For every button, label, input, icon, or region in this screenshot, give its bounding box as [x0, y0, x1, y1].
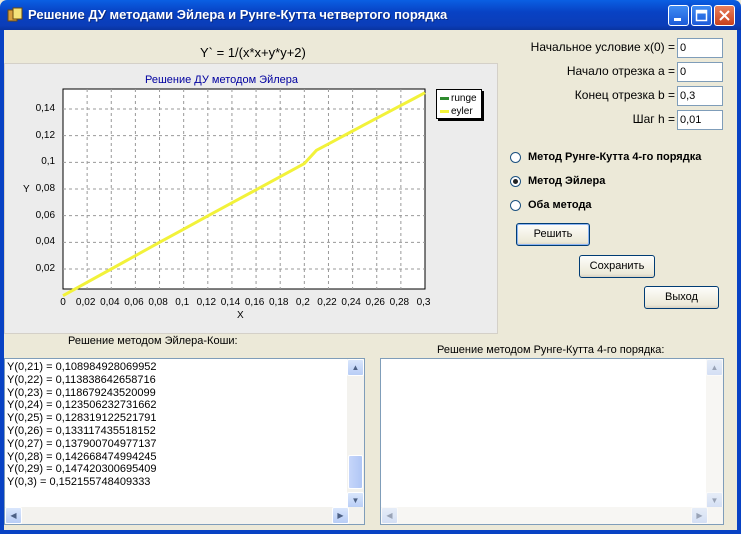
x0-input[interactable] [677, 38, 723, 58]
window-title: Решение ДУ методами Эйлера и Рунге-Кутта… [28, 7, 448, 22]
solve-button[interactable]: Решить [516, 223, 590, 246]
x-tick-label: 0,14 [220, 297, 241, 308]
chart-plot [62, 88, 426, 297]
close-button[interactable] [714, 5, 735, 26]
save-button[interactable]: Сохранить [579, 255, 655, 278]
result-line: Y(0,21) = 0,108984928069952 [7, 361, 157, 373]
x-tick-label: 0,2 [295, 297, 310, 308]
x-tick-label: 0,26 [365, 297, 385, 308]
radio-runge-kutta-label[interactable]: Метод Рунге-Кутта 4-го порядка [528, 151, 701, 163]
x-tick-label: 0,1 [175, 297, 190, 308]
result-line: Y(0,23) = 0,118679243520099 [7, 386, 156, 399]
result-line: Y(0,28) = 0,142668474994245 [7, 450, 157, 463]
radio-both-indicator[interactable] [510, 199, 521, 211]
x-tick-label: 0,24 [341, 297, 361, 308]
euler-results-lines: Y(0,21) = 0,108984928069952 Y(0,22) = 0,1… [5, 361, 157, 489]
euler-horizontal-scrollbar[interactable]: ◀ ▶ [5, 507, 364, 524]
x-tick-label: 0,04 [100, 297, 120, 308]
result-line: Y(0,24) = 0,123506232731662 [7, 399, 157, 412]
x0-label: Начальное условие x(0) = [530, 40, 675, 54]
b-input[interactable] [677, 86, 723, 106]
legend-item-eyler: eyler [440, 105, 473, 117]
legend-swatch-eyler [440, 109, 449, 113]
y-tick-label: 0,04 [35, 236, 56, 248]
radio-both-label[interactable]: Оба метода [528, 199, 592, 211]
x-tick-label: 0,16 [244, 297, 265, 308]
radio-both[interactable]: Оба метода [510, 199, 592, 211]
x-tick-label: 0,12 [196, 297, 217, 308]
x-tick-label: 0,3 [416, 297, 431, 308]
result-line: Y(0,26) = 0,133117435518152 [7, 424, 156, 437]
scroll-left-button[interactable]: ◀ [5, 507, 22, 524]
y-tick-label: 0,06 [35, 209, 56, 221]
result-line: Y(0,22) = 0,113838642658716 [7, 373, 156, 386]
rk-results-caption: Решение методом Рунге-Кутта 4-го порядка… [437, 344, 665, 356]
y-tick-label: 0,12 [35, 129, 56, 141]
minimize-icon [674, 18, 681, 21]
radio-runge-kutta[interactable]: Метод Рунге-Кутта 4-го порядка [510, 151, 701, 163]
maximize-icon [695, 9, 708, 22]
euler-vertical-scrollbar[interactable]: ▲ ▼ [347, 359, 364, 509]
h-label: Шаг h = [632, 112, 675, 126]
y-tick-label: 0,14 [35, 103, 56, 114]
b-label: Конец отрезка b = [574, 88, 675, 102]
exit-button[interactable]: Выход [644, 286, 719, 309]
x-tick-label: 0,18 [269, 297, 289, 308]
rk-scroll-right-button[interactable]: ▶ [691, 507, 708, 524]
x-tick-label: 0,08 [148, 297, 168, 308]
result-line: Y(0,29) = 0,147420300695409 [7, 463, 157, 476]
x-tick-label: 0,28 [389, 297, 410, 308]
result-line: Y(0,3) = 0,152155748409333 [7, 476, 151, 489]
x-tick-label: 0,02 [75, 297, 96, 308]
rk-horizontal-scrollbar[interactable]: ◀ ▶ [381, 507, 723, 524]
radio-euler-label[interactable]: Метод Эйлера [528, 175, 605, 187]
scroll-up-button[interactable]: ▲ [347, 359, 364, 376]
euler-results-list[interactable]: Y(0,21) = 0,108984928069952 Y(0,22) = 0,1… [4, 358, 365, 525]
equation-label: Y` = 1/(x*x+y*y+2) [200, 45, 306, 60]
window-frame-bottom [0, 530, 741, 534]
y-tick-label: 0,02 [35, 263, 56, 274]
rk-results-list[interactable]: ▲ ▼ ◀ ▶ [380, 358, 724, 525]
rk-scroll-left-button[interactable]: ◀ [381, 507, 398, 524]
title-bar[interactable]: Решение ДУ методами Эйлера и Рунге-Кутта… [0, 0, 741, 30]
chart-legend: runge eyler [436, 89, 482, 119]
scroll-thumb[interactable] [348, 455, 363, 489]
radio-euler[interactable]: Метод Эйлера [510, 175, 605, 187]
x-tick-label: 0 [60, 297, 66, 308]
minimize-button[interactable] [668, 5, 689, 26]
x-axis-label: X [237, 310, 244, 321]
window-frame-right [737, 30, 741, 534]
app-icon [7, 7, 23, 22]
x-tick-label: 0,06 [124, 297, 144, 308]
a-input[interactable] [677, 62, 723, 82]
result-line: Y(0,25) = 0,128319122521791 [7, 412, 157, 425]
euler-results-caption: Решение методом Эйлера-Коши: [68, 335, 238, 347]
legend-label-eyler: eyler [451, 105, 473, 117]
legend-label-runge: runge [451, 92, 477, 104]
legend-item-runge: runge [440, 92, 477, 104]
main-window: Решение ДУ методами Эйлера и Рунге-Кутта… [0, 0, 741, 534]
chart-panel: Решение ДУ методом Эйлера 0 0,02 0,04 0,06 0… [4, 63, 498, 334]
y-axis-label: Y [23, 184, 30, 195]
rk-vertical-scrollbar[interactable]: ▲ ▼ [706, 359, 723, 509]
x-tick-label: 0,22 [317, 297, 337, 308]
rk-scroll-up-button[interactable]: ▲ [706, 359, 723, 376]
a-label: Начало отрезка a = [566, 64, 675, 78]
y-tick-label: 0,1 [41, 156, 56, 168]
radio-runge-kutta-indicator[interactable] [510, 151, 521, 163]
legend-swatch-runge [440, 96, 449, 100]
scroll-right-button[interactable]: ▶ [332, 507, 349, 524]
h-input[interactable] [677, 110, 723, 130]
y-tick-label: 0,08 [35, 183, 56, 194]
result-line: Y(0,27) = 0,137900704977137 [7, 437, 157, 450]
radio-euler-indicator[interactable] [510, 175, 521, 187]
close-icon [719, 10, 730, 21]
maximize-button[interactable] [691, 5, 712, 26]
